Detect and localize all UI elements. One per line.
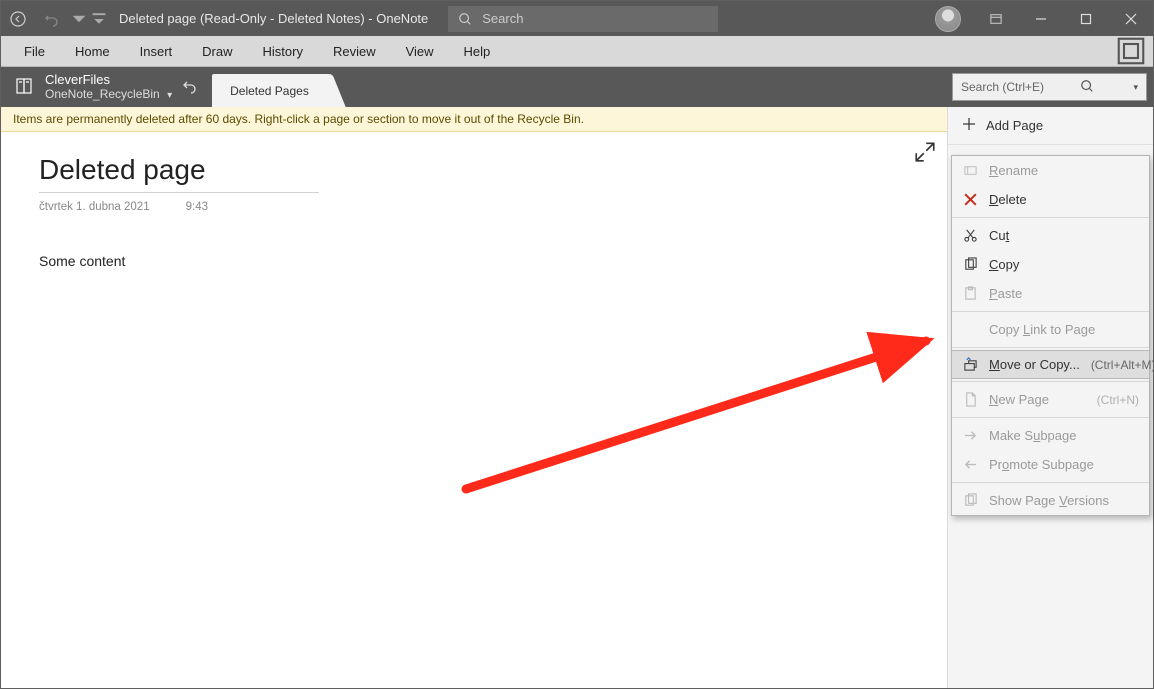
add-page-label: Add Page [986,118,1043,133]
plus-icon [962,117,976,134]
add-page-button[interactable]: Add Page [948,107,1153,145]
cm-copy[interactable]: Copy [952,250,1149,279]
delete-icon [962,192,978,208]
menu-file[interactable]: File [9,36,60,67]
page-content[interactable]: Some content [39,253,909,269]
minimize-button[interactable] [1018,1,1063,36]
cm-move-shortcut: (Ctrl+Alt+M) [1091,358,1154,372]
versions-icon [962,493,978,509]
cm-show-versions: Show Page Versions [952,486,1149,515]
cut-icon [962,228,978,244]
ribbon-mode-button[interactable] [973,1,1018,36]
global-search[interactable]: Search [448,6,718,32]
copy-icon [962,257,978,273]
chevron-down-icon: ▾ [1129,82,1138,93]
qat-customize[interactable] [89,1,109,36]
notebook-row: CleverFiles OneNote_RecycleBin ▾ Deleted… [1,67,1153,107]
page-body: Deleted page čtvrtek 1. dubna 2021 9:43 … [1,132,947,688]
notebook-section: OneNote_RecycleBin [45,87,160,101]
undo-button[interactable] [35,1,69,36]
undo-dropdown[interactable] [69,1,89,36]
window-title: Deleted page (Read-Only - Deleted Notes)… [109,11,438,26]
menu-review[interactable]: Review [318,36,391,67]
notebook-picker[interactable]: CleverFiles OneNote_RecycleBin ▾ [1,67,206,107]
context-menu: RRenameename Delete Cut Copy Paste Copy … [951,155,1150,516]
section-tab[interactable]: Deleted Pages [212,74,331,107]
arrow-left-icon [962,457,978,473]
menu-insert[interactable]: Insert [125,36,188,67]
notebook-name: CleverFiles [45,73,172,87]
menu-bar: File Home Insert Draw History Review Vie… [1,36,1153,67]
back-button[interactable] [1,1,35,36]
cm-copy-link: Copy Link to Page [952,315,1149,344]
page-title[interactable]: Deleted page [39,154,319,193]
cm-rename: RRenameename [952,156,1149,185]
title-bar: Deleted page (Read-Only - Deleted Notes)… [1,1,1153,36]
cm-delete[interactable]: Delete [952,185,1149,214]
search-icon [1080,79,1094,96]
ribbon-expand-button[interactable] [1117,37,1145,65]
menu-home[interactable]: Home [60,36,125,67]
nav-undo-icon[interactable] [182,78,198,97]
page-time: 9:43 [186,201,208,213]
page-search[interactable]: Search (Ctrl+E) ▾ [952,73,1147,101]
page-search-placeholder: Search (Ctrl+E) [961,80,1044,94]
chevron-down-icon: ▾ [167,90,172,101]
menu-view[interactable]: View [391,36,449,67]
notebook-icon [15,77,35,98]
avatar[interactable] [935,6,961,32]
info-bar: Items are permanently deleted after 60 d… [1,107,947,132]
close-button[interactable] [1108,1,1153,36]
cm-move-copy[interactable]: Move or Copy... (Ctrl+Alt+M) [951,350,1150,379]
maximize-button[interactable] [1063,1,1108,36]
menu-draw[interactable]: Draw [187,36,247,67]
rename-icon [962,163,978,179]
cm-cut[interactable]: Cut [952,221,1149,250]
search-placeholder: Search [482,11,523,26]
move-icon [962,357,978,373]
menu-history[interactable]: History [248,36,318,67]
paste-icon [962,286,978,302]
cm-paste: Paste [952,279,1149,308]
cm-make-subpage: Make Subpage [952,421,1149,450]
section-tab-label: Deleted Pages [230,84,309,98]
cm-promote-subpage: Promote Subpage [952,450,1149,479]
menu-help[interactable]: Help [449,36,506,67]
page-date: čtvrtek 1. dubna 2021 [39,201,150,213]
expand-icon[interactable] [915,142,935,162]
cm-new-shortcut: (Ctrl+N) [1097,393,1139,407]
cm-new-page: New Page (Ctrl+N) [952,385,1149,414]
arrow-right-icon [962,428,978,444]
page-icon [962,392,978,408]
